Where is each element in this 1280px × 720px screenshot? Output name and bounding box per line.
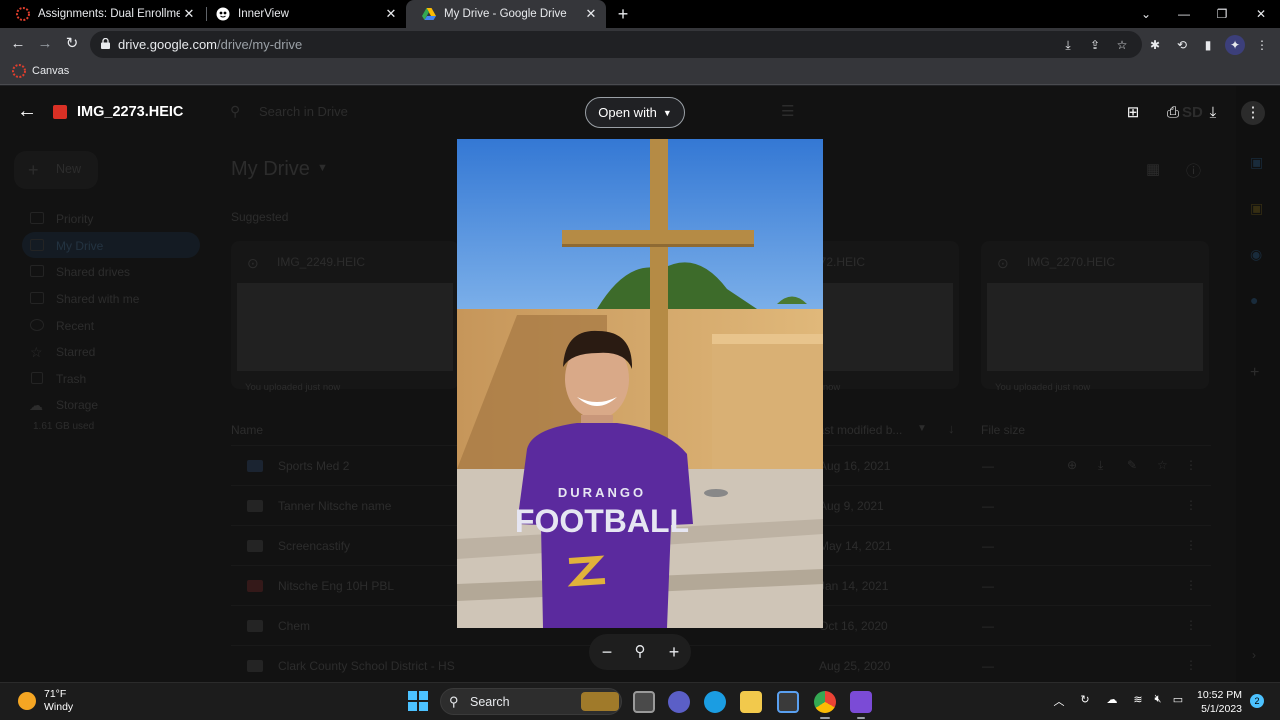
url-text: drive.google.com/drive/my-drive [118,37,302,52]
notification-badge[interactable]: 2 [1250,694,1264,708]
zoom-in-plus-icon[interactable]: + [663,641,685,663]
add-comment-icon[interactable]: ⊞ [1121,101,1145,125]
canvas-logo-icon [12,64,26,78]
system-clock[interactable]: 10:52 PM 5/1/2023 [1196,688,1242,716]
sync-icon[interactable]: ↻ [1076,693,1094,706]
bookmark-label: Canvas [32,65,70,77]
search-highlight-image [581,692,619,711]
open-with-button[interactable]: Open with ▼ [585,97,685,128]
install-app-icon[interactable]: ⤓ [1058,35,1078,55]
teams-chat-icon[interactable] [668,691,690,713]
shirt-text-line2: FOOTBALL [515,503,689,539]
close-tab-icon[interactable]: ✕ [582,6,600,22]
task-view-icon[interactable] [633,691,655,713]
preview-file-name: IMG_2273.HEIC [77,104,184,120]
active-app-indicator [820,717,830,719]
chrome-browser-icon[interactable] [814,691,836,713]
maximize-window-icon[interactable]: ❐ [1203,0,1241,28]
battery-icon[interactable]: ▭ [1169,693,1187,706]
zoom-out-minus-icon[interactable]: − [596,641,618,663]
tab-title: My Drive - Google Drive [444,8,567,20]
image-file-icon [53,105,67,119]
url-host: drive.google.com [118,37,217,52]
clock-time: 10:52 PM [1197,689,1242,701]
clock-date: 5/1/2023 [1201,703,1242,715]
browser-menu-icon[interactable]: ⋮ [1252,35,1272,55]
weather-condition: Windy [44,701,74,713]
open-with-label: Open with [598,105,657,120]
close-window-icon[interactable]: ✕ [1242,0,1280,28]
windows-taskbar: 71°F Windy ⚲ Search ︿ ↻ ☁ ≋ 🔇︎ ▭ 10:52 P… [0,682,1280,720]
close-tab-icon[interactable]: ✕ [180,6,198,22]
close-tab-icon[interactable]: ✕ [382,6,400,22]
caret-down-icon: ▼ [662,107,672,118]
wifi-icon[interactable]: ≋ [1129,693,1147,706]
preview-image: DURANGO FOOTBALL [457,139,823,628]
zoom-controls: − ⚲ + [589,634,691,670]
bookmark-star-icon[interactable]: ☆ [1112,35,1132,55]
profile-avatar-icon[interactable]: ✦ [1225,35,1245,55]
taskbar-search-label: Search [470,695,510,709]
open-app-indicator [857,717,865,719]
show-hidden-icons-chevron[interactable]: ︿ [1050,693,1068,709]
weather-sun-icon [18,692,36,710]
reload-icon[interactable]: ↻ [61,33,83,55]
extension-icon[interactable]: ⟲ [1172,35,1192,55]
weather-widget[interactable]: 71°F Windy [18,688,73,714]
microsoft-store-icon[interactable] [777,691,799,713]
side-panel-icon[interactable]: ▮ [1198,35,1218,55]
bookmarks-bar: Canvas [0,60,1280,85]
back-arrow-icon[interactable]: ← [7,33,29,55]
onedrive-cloud-icon[interactable]: ☁ [1103,693,1121,706]
print-icon[interactable]: ⎙ [1161,101,1185,125]
file-explorer-icon[interactable] [740,691,762,713]
forward-arrow-icon[interactable]: → [34,33,56,55]
taskbar-search-box[interactable]: ⚲ Search [440,688,622,715]
tab-title: InnerView [238,8,289,20]
tab-search-chevron-icon[interactable]: ⌄ [1127,0,1165,28]
new-tab-button[interactable]: + [613,4,633,24]
url-path: /drive/my-drive [217,37,303,52]
more-actions-icon[interactable]: ⋮ [1241,101,1265,125]
innerview-logo-icon [216,7,230,21]
google-drive-logo-icon [422,8,436,20]
weather-temp: 71°F [44,688,67,700]
search-icon: ⚲ [449,694,459,709]
bookmark-canvas[interactable]: Canvas [12,64,69,78]
tab-canvas-assignments[interactable]: Assignments: Dual Enrollment - E ✕ [0,0,204,28]
browser-toolbar: ← → ↻ drive.google.com/drive/my-drive ⤓ … [0,28,1280,60]
windows-start-icon[interactable] [408,691,428,711]
canvas-logo-icon [16,7,30,21]
address-bar[interactable]: drive.google.com/drive/my-drive ⤓ ⇪ ☆ [90,31,1142,58]
zoom-magnifier-icon[interactable]: ⚲ [629,641,651,663]
download-icon[interactable]: ⤓ [1201,101,1225,125]
tab-innerview[interactable]: InnerView ✕ [200,0,406,28]
lock-icon [101,38,110,49]
share-icon[interactable]: ⇪ [1085,35,1105,55]
minimize-window-icon[interactable]: — [1165,0,1203,28]
close-preview-back-icon[interactable]: ← [16,100,38,122]
shirt-text-line1: DURANGO [558,485,646,500]
tab-google-drive[interactable]: My Drive - Google Drive ✕ [406,0,606,28]
browser-tab-strip: Assignments: Dual Enrollment - E ✕ Inner… [0,0,1280,28]
volume-muted-icon[interactable]: 🔇︎ [1149,693,1167,706]
tab-title: Assignments: Dual Enrollment - E [38,8,180,20]
extensions-puzzle-icon[interactable]: ✱ [1145,35,1165,55]
edge-browser-icon[interactable] [704,691,726,713]
clipchamp-icon[interactable] [850,691,872,713]
